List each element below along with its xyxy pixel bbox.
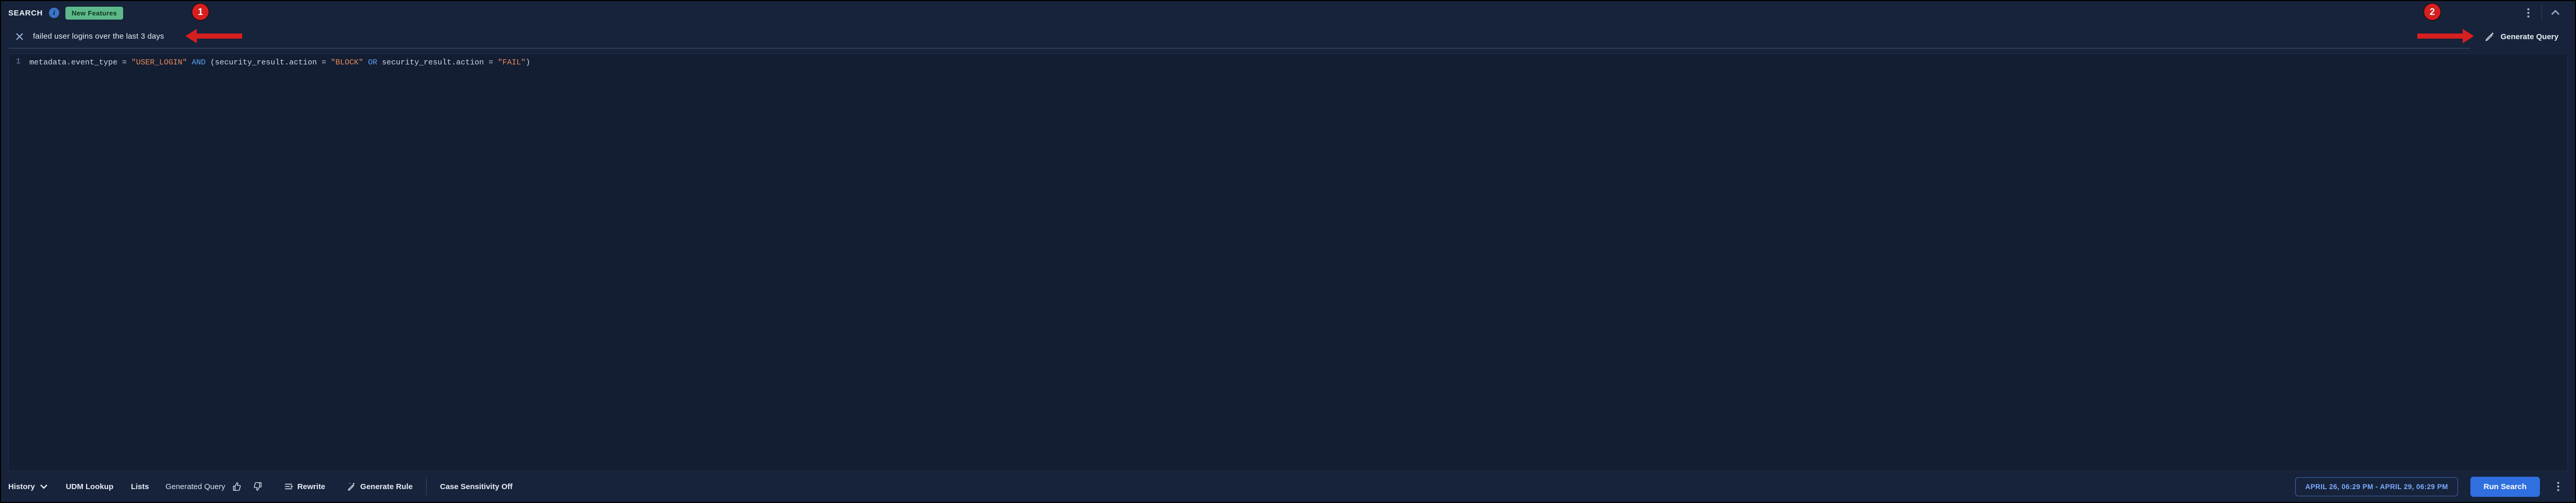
thumbs-up-icon — [232, 482, 242, 491]
chevron-up-icon — [2551, 10, 2560, 16]
generate-query-label: Generate Query — [2500, 32, 2558, 41]
generate-rule-button[interactable]: Generate Rule — [347, 482, 413, 491]
new-features-button[interactable]: New Features — [65, 7, 123, 20]
nl-search-row: failed user logins over the last 3 days … — [1, 25, 2575, 48]
magic-wand-icon — [347, 482, 356, 491]
history-label: History — [8, 482, 35, 491]
search-panel: SEARCH i New Features 1 — [0, 0, 2576, 503]
code-content[interactable]: metadata.event_type = "USER_LOGIN" AND (… — [25, 54, 534, 471]
header-actions — [2516, 3, 2568, 23]
line-number: 1 — [9, 57, 21, 66]
thumbs-down-button[interactable] — [253, 482, 262, 491]
nl-search-input-wrap: failed user logins over the last 3 days — [8, 25, 2470, 48]
clear-nl-button[interactable] — [14, 31, 25, 42]
line-gutter: 1 — [9, 54, 25, 471]
thumbs-down-icon — [253, 482, 262, 491]
annotation-badge-1: 1 — [192, 3, 209, 21]
run-search-button[interactable]: Run Search — [2470, 477, 2540, 497]
close-icon — [16, 33, 23, 40]
lists-label: Lists — [131, 482, 149, 491]
header-row: SEARCH i New Features 1 — [1, 1, 2575, 25]
feedback-thumbs — [232, 482, 262, 491]
bottom-toolbar: History UDM Lookup Lists Generated Query — [1, 471, 2575, 502]
generated-query-label: Generated Query — [165, 482, 225, 491]
toolbar-more-button[interactable] — [2548, 477, 2568, 496]
toolbar-left-group: History UDM Lookup Lists — [8, 482, 154, 491]
history-button[interactable]: History — [8, 482, 48, 491]
case-sensitivity-label: Case Sensitivity Off — [440, 482, 513, 491]
collapse-button[interactable] — [2543, 3, 2568, 23]
rewrite-button[interactable]: Rewrite — [284, 482, 325, 491]
more-vertical-icon — [2557, 481, 2560, 492]
rewrite-label: Rewrite — [297, 482, 325, 491]
magic-pencil-icon — [2485, 31, 2495, 42]
rewrite-icon — [284, 482, 293, 491]
info-icon[interactable]: i — [49, 8, 59, 18]
udm-lookup-button[interactable]: UDM Lookup — [66, 482, 113, 491]
header-divider — [2541, 5, 2542, 21]
annotation-1: 1 — [192, 3, 209, 21]
query-editor[interactable]: 1 metadata.event_type = "USER_LOGIN" AND… — [8, 54, 2568, 471]
more-vertical-icon — [2527, 8, 2530, 18]
case-sensitivity-toggle[interactable]: Case Sensitivity Off — [440, 482, 513, 491]
udm-lookup-label: UDM Lookup — [66, 482, 113, 491]
nl-search-input[interactable]: failed user logins over the last 3 days — [33, 32, 164, 41]
chevron-down-icon — [39, 482, 48, 491]
toolbar-divider — [426, 478, 427, 495]
generate-query-button[interactable]: Generate Query — [2476, 27, 2568, 46]
date-range-picker[interactable]: APRIL 26, 06:29 PM - APRIL 29, 06:29 PM — [2295, 477, 2458, 496]
thumbs-up-button[interactable] — [232, 482, 242, 491]
page-title: SEARCH — [8, 9, 43, 18]
generate-rule-label: Generate Rule — [360, 482, 413, 491]
lists-button[interactable]: Lists — [131, 482, 149, 491]
header-more-button[interactable] — [2516, 3, 2540, 23]
